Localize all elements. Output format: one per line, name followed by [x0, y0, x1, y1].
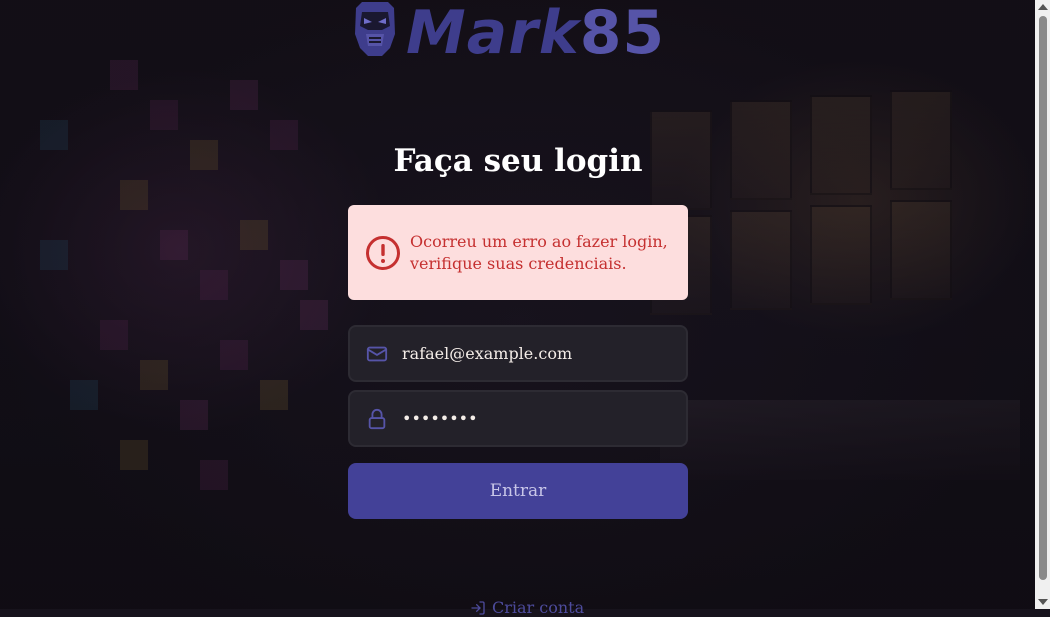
login-button[interactable]: Entrar [348, 463, 688, 519]
log-in-icon [471, 600, 485, 615]
scrollbar-thumb[interactable] [1039, 16, 1047, 580]
page-title: Faça seu login [393, 143, 643, 179]
create-account-label: Criar conta [492, 598, 585, 617]
alert-circle-icon [366, 235, 400, 270]
password-input[interactable] [402, 409, 686, 428]
lock-icon [368, 408, 386, 429]
error-message: Ocorreu um erro ao fazer login, verifiqu… [410, 231, 668, 273]
vertical-scrollbar[interactable] [1035, 0, 1050, 609]
brand-logo: Mark85 [352, 0, 666, 68]
email-field[interactable] [348, 325, 688, 382]
email-input[interactable] [402, 344, 686, 363]
brand-wordmark: Mark85 [406, 0, 666, 68]
password-field[interactable] [348, 390, 688, 447]
robot-helmet-icon [355, 2, 395, 56]
scroll-down-arrow-icon[interactable] [1038, 599, 1048, 605]
error-alert: Ocorreu um erro ao fazer login, verifiqu… [348, 205, 688, 300]
mail-icon [366, 346, 388, 361]
create-account-link[interactable]: Criar conta [470, 598, 584, 617]
scroll-up-arrow-icon[interactable] [1038, 4, 1048, 10]
